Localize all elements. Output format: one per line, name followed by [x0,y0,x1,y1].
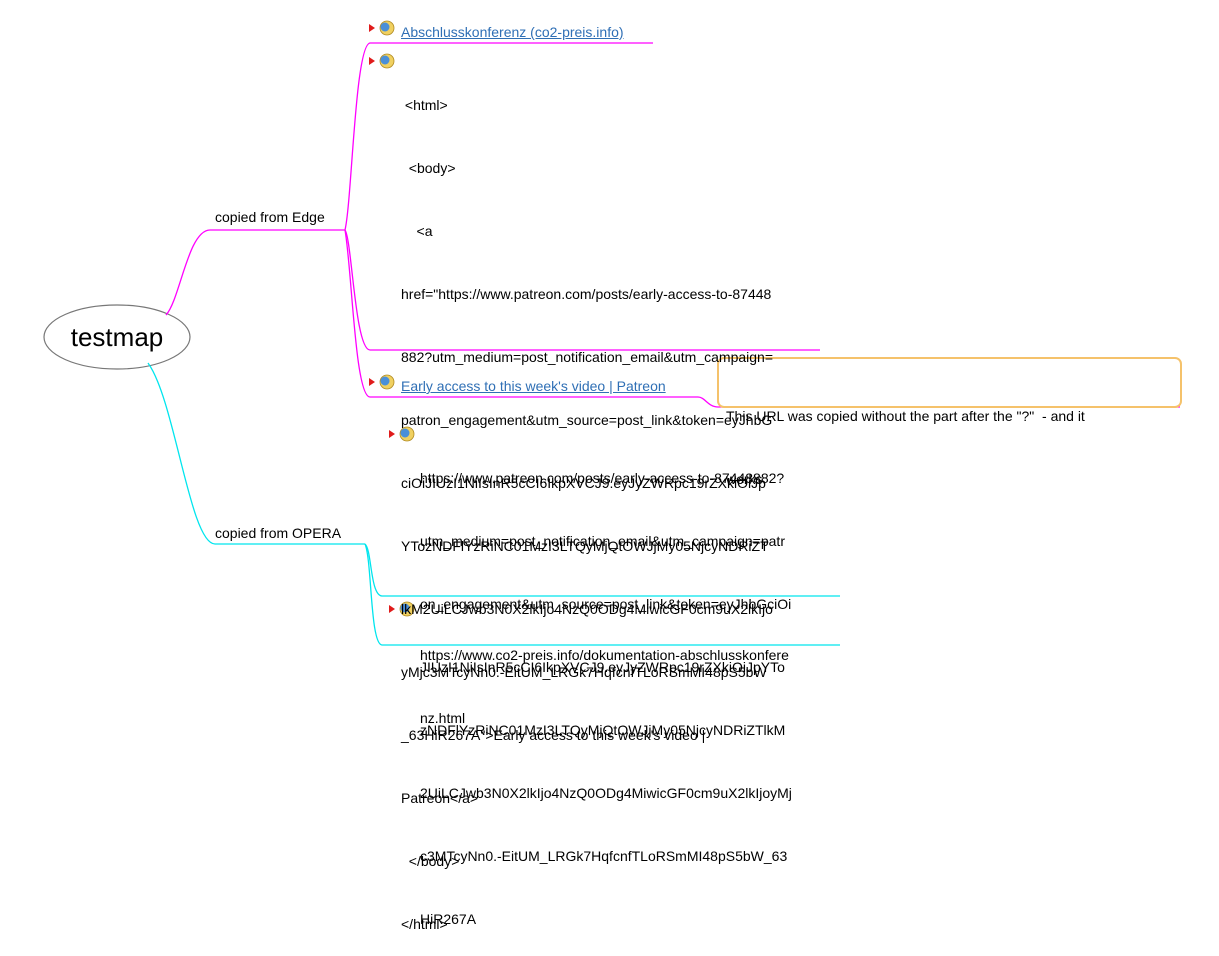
abschlusskonferenz-link[interactable]: Abschlusskonferenz (co2-preis.info) [401,24,624,40]
root-node-label[interactable]: testmap [44,318,190,356]
html-line: <a [401,223,433,239]
url-line: 2UiLCJwb3N0X2lkIjo4NzQ0ODg4MiwicGF0cm9uX… [420,785,792,801]
html-line: 882?utm_medium=post_notification_email&u… [401,349,773,365]
early-access-link[interactable]: Early access to this week's video | Patr… [401,378,666,394]
html-line: <body> [401,160,456,176]
url-line: https://www.co2-preis.info/dokumentation… [420,647,789,663]
opera-co2-url-node[interactable]: https://www.co2-preis.info/dokumentation… [420,603,789,750]
url-line: HiR267A [420,911,477,927]
edge-branch-label[interactable]: copied from Edge [215,209,325,225]
html-line: href="https://www.patreon.com/posts/earl… [401,286,772,302]
hyperlink-globe-icon[interactable] [369,20,395,36]
url-line: https://www.patreon.com/posts/early-acce… [420,470,785,486]
html-line: <html> [401,97,448,113]
hyperlink-globe-icon[interactable] [369,53,395,69]
note-line: This URL was copied without the part aft… [726,408,1085,424]
hyperlink-globe-icon[interactable] [369,374,395,390]
url-line: nz.html [420,710,466,726]
url-line: utm_medium=post_notification_email&utm_c… [420,533,785,549]
opera-branch-label[interactable]: copied from OPERA [215,525,341,541]
url-line: c3MTcyNn0.-EitUM_LRGk7HqfcnfTLoRSmMI48pS… [420,848,788,864]
